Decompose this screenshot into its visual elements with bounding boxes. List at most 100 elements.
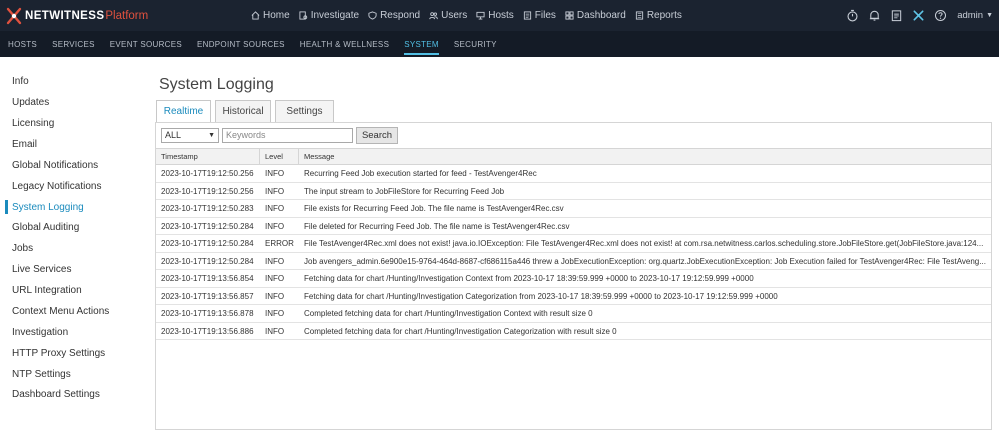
cell-message: Recurring Feed Job execution started for… [304, 169, 537, 178]
subnav-event-sources[interactable]: EVENT SOURCES [110, 31, 182, 57]
clipboard-icon[interactable] [890, 9, 903, 22]
cell-level: INFO [265, 309, 285, 318]
nav-files-label: Files [534, 10, 556, 21]
files-icon [523, 11, 531, 20]
nav-home-label: Home [263, 10, 290, 21]
top-bar: NETWITNESS Platform Home Investigate Res… [0, 0, 999, 31]
cell-level: ERROR [265, 239, 294, 248]
cell-message: File deleted for Recurring Feed Job. The… [304, 221, 570, 231]
column-header-message[interactable]: Message [299, 149, 991, 165]
sidebar-item-live-services[interactable]: Live Services [12, 264, 71, 275]
logo[interactable]: NETWITNESS Platform [6, 6, 148, 26]
timer-icon[interactable] [846, 9, 859, 22]
user-menu[interactable]: admin ▼ [957, 10, 993, 21]
subnav-security[interactable]: SECURITY [454, 31, 497, 57]
subnav-endpoint-sources[interactable]: ENDPOINT SOURCES [197, 31, 285, 57]
subnav-system[interactable]: SYSTEM [404, 31, 439, 57]
system-sidebar: Info Updates Licensing Email Global Noti… [0, 57, 150, 440]
sidebar-item-jobs[interactable]: Jobs [12, 243, 33, 254]
table-row[interactable]: 2023-10-17T19:12:50.284 INFO Job avenger… [156, 253, 991, 270]
sidebar-item-http-proxy-settings[interactable]: HTTP Proxy Settings [12, 348, 105, 359]
nav-investigate-label: Investigate [310, 10, 360, 21]
sidebar-item-ntp-settings[interactable]: NTP Settings [12, 369, 71, 380]
sidebar-item-url-integration[interactable]: URL Integration [12, 285, 82, 296]
nav-files[interactable]: Files [523, 10, 556, 21]
nav-investigate[interactable]: Investigate [299, 10, 359, 21]
sidebar-item-context-menu-actions[interactable]: Context Menu Actions [12, 306, 109, 317]
nav-dashboard-label: Dashboard [576, 10, 626, 21]
nav-users[interactable]: Users [429, 10, 467, 21]
table-row[interactable]: 2023-10-17T19:13:56.857 INFO Fetching da… [156, 288, 991, 305]
search-button[interactable]: Search [356, 127, 398, 144]
column-header-timestamp[interactable]: Timestamp [156, 149, 260, 165]
nav-reports[interactable]: Reports [635, 10, 682, 21]
subnav-hosts[interactable]: HOSTS [8, 31, 37, 57]
nav-reports-label: Reports [646, 10, 682, 21]
sidebar-item-licensing[interactable]: Licensing [12, 118, 54, 129]
cell-message: The input stream to JobFileStore for Rec… [304, 186, 505, 196]
log-table: Timestamp Level Message 2023-10-17T19:12… [156, 148, 991, 340]
cell-level: INFO [265, 186, 285, 196]
nav-respond-label: Respond [380, 10, 421, 21]
logging-tabs: Realtime Historical Settings [156, 100, 338, 122]
table-row[interactable]: 2023-10-17T19:12:50.283 INFO File exists… [156, 200, 991, 218]
cell-level: INFO [265, 169, 285, 178]
cell-level: INFO [265, 274, 285, 283]
sidebar-item-global-notifications[interactable]: Global Notifications [12, 160, 98, 171]
cell-message: Fetching data for chart /Hunting/Investi… [304, 274, 754, 283]
subnav-health-wellness[interactable]: HEALTH & WELLNESS [300, 31, 389, 57]
admin-tools-icon[interactable] [912, 9, 925, 22]
table-row[interactable]: 2023-10-17T19:13:56.854 INFO Fetching da… [156, 270, 991, 288]
shield-icon [368, 11, 377, 20]
table-row[interactable]: 2023-10-17T19:12:50.256 INFO The input s… [156, 183, 991, 200]
table-row[interactable]: 2023-10-17T19:12:50.284 INFO File delete… [156, 218, 991, 235]
admin-subnav: HOSTS SERVICES EVENT SOURCES ENDPOINT SO… [0, 31, 999, 57]
nav-users-label: Users [441, 10, 468, 21]
table-row[interactable]: 2023-10-17T19:12:50.284 ERROR File TestA… [156, 235, 991, 253]
cell-timestamp: 2023-10-17T19:13:56.857 [161, 291, 254, 301]
sidebar-item-dashboard-settings[interactable]: Dashboard Settings [12, 389, 100, 400]
table-row[interactable]: 2023-10-17T19:12:50.256 INFO Recurring F… [156, 165, 991, 183]
nav-dashboard[interactable]: Dashboard [565, 10, 626, 21]
tab-settings[interactable]: Settings [275, 100, 334, 122]
log-panel: ALL ▼ Keywords Search Timestamp Level Me… [155, 122, 992, 430]
sidebar-item-updates[interactable]: Updates [12, 97, 49, 108]
help-icon[interactable] [934, 9, 947, 22]
cell-message: Completed fetching data for chart /Hunti… [304, 326, 617, 336]
cell-level: INFO [265, 326, 285, 336]
nav-hosts[interactable]: Hosts [476, 10, 514, 21]
table-header: Timestamp Level Message [156, 148, 991, 165]
nav-home[interactable]: Home [251, 10, 290, 21]
sidebar-item-investigation[interactable]: Investigation [12, 327, 68, 338]
sidebar-item-info[interactable]: Info [12, 76, 29, 87]
chevron-down-icon: ▼ [208, 132, 215, 139]
keywords-input[interactable]: Keywords [222, 128, 353, 143]
logo-subtext: Platform [105, 10, 149, 22]
column-header-level[interactable]: Level [260, 149, 299, 165]
sidebar-item-email[interactable]: Email [12, 139, 37, 150]
nav-respond[interactable]: Respond [368, 10, 420, 21]
bell-icon[interactable] [868, 9, 881, 22]
chevron-down-icon: ▼ [986, 12, 993, 19]
tab-historical[interactable]: Historical [215, 100, 271, 122]
cell-timestamp: 2023-10-17T19:12:50.256 [161, 169, 254, 178]
tab-realtime[interactable]: Realtime [156, 100, 211, 122]
cell-timestamp: 2023-10-17T19:12:50.283 [161, 204, 254, 213]
sidebar-item-system-logging[interactable]: System Logging [12, 202, 84, 213]
users-icon [429, 12, 438, 20]
cell-message: File TestAvenger4Rec.xml does not exist!… [304, 239, 984, 248]
cell-timestamp: 2023-10-17T19:12:50.284 [161, 239, 254, 248]
cell-timestamp: 2023-10-17T19:13:56.854 [161, 274, 254, 283]
hosts-icon [476, 11, 485, 20]
subnav-services[interactable]: SERVICES [52, 31, 95, 57]
table-row[interactable]: 2023-10-17T19:13:56.886 INFO Completed f… [156, 323, 991, 340]
cell-level: INFO [265, 256, 285, 266]
top-right-tools: admin ▼ [837, 0, 993, 31]
sidebar-item-legacy-notifications[interactable]: Legacy Notifications [12, 181, 102, 192]
netwitness-logo-icon [6, 7, 22, 25]
level-select[interactable]: ALL ▼ [161, 128, 219, 143]
cell-level: INFO [265, 291, 285, 301]
cell-timestamp: 2023-10-17T19:12:50.284 [161, 221, 254, 231]
table-row[interactable]: 2023-10-17T19:13:56.878 INFO Completed f… [156, 305, 991, 323]
sidebar-item-global-auditing[interactable]: Global Auditing [12, 222, 79, 233]
